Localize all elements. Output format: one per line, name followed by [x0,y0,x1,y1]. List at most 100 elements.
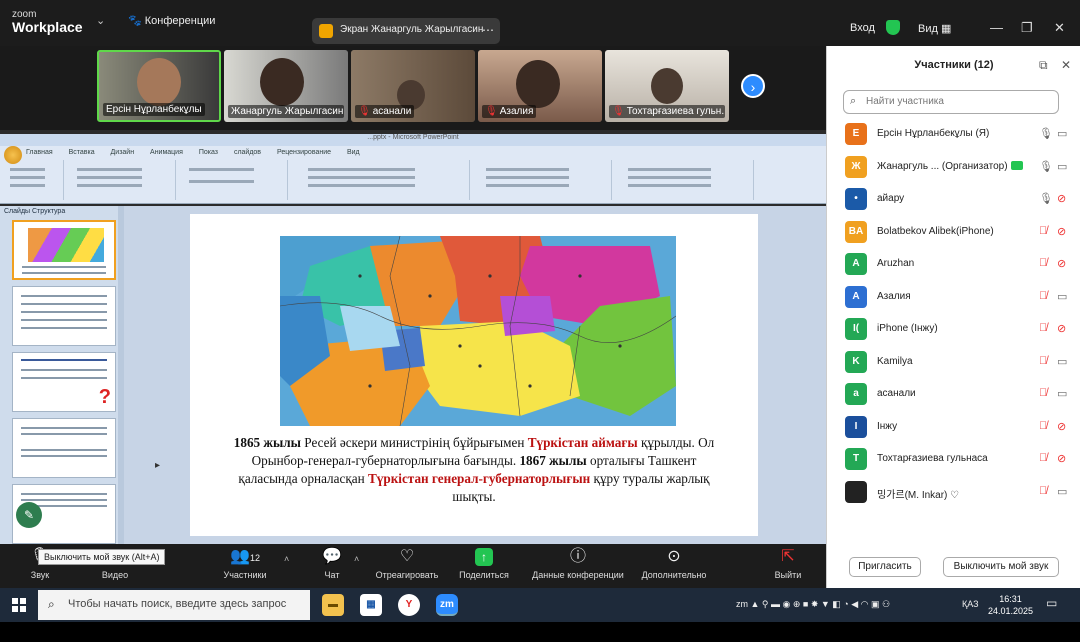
restore-icon[interactable]: ❐ [1021,20,1033,36]
video-name-label: Жанаргуль Жарылгасин [228,105,344,118]
participant-row[interactable]: • айару 🎙 ⊘ [845,188,1071,210]
slide-thumbnail[interactable] [12,286,116,346]
participant-face [651,68,683,104]
camera-off-icon[interactable]: ⊘ [1057,257,1066,270]
zoom-app-icon[interactable]: zm [436,594,458,616]
zoom-window: zoom Workplace ⌄ 🐾 Конференции Экран Жан… [0,0,1080,642]
participant-name: Інжу [877,420,898,432]
meeting-info-button[interactable]: ⓘ Данные конференции [528,548,628,580]
microphone-muted-icon[interactable]: 🎙̸ [1039,420,1047,432]
participant-row[interactable]: BA Bolatbekov Alibek(iPhone) 🎙̸ ⊘ [845,220,1071,243]
participant-row[interactable]: 밍가르(M. Inkar) ♡ 🎙̸ ▭ [845,480,1071,503]
tab-shared-screen[interactable]: Экран Жанаргуль Жарылгасин ⋯ [312,18,500,44]
zoom-logo[interactable]: zoom Workplace [12,8,83,34]
video-tile[interactable]: 🎙 асанали [351,50,475,122]
mute-me-button[interactable]: Выключить мой звук [943,557,1059,577]
ppt-slide-panel: Слайды Структура ? [0,206,124,544]
microphone-muted-icon[interactable]: 🎙̸ [1039,452,1047,464]
microphone-muted-icon[interactable]: 🎙̸ [1039,290,1047,302]
microphone-muted-icon[interactable]: 🎙̸ [1039,257,1047,269]
calendar-app-icon[interactable]: ▦ [360,594,382,616]
participant-row[interactable]: K Kamilya 🎙̸ ▭ [845,350,1071,373]
chevron-up-icon[interactable]: ˄ [284,554,289,564]
more-icon[interactable]: ⋯ [482,23,494,37]
invite-button[interactable]: Пригласить [849,557,921,577]
video-tile[interactable]: Жанаргуль Жарылгасин [224,50,348,122]
camera-off-icon[interactable]: ⊘ [1057,322,1066,335]
leave-button[interactable]: ⇱ Выйти [768,548,808,580]
language-indicator[interactable]: ҚАЗ [962,599,979,609]
video-tile[interactable]: 🎙 Тохтарғазиева гульн... [605,50,729,122]
avatar: Ж [845,155,867,178]
top-bar: zoom Workplace ⌄ 🐾 Конференции Экран Жан… [0,0,1080,46]
microphone-icon[interactable]: 🎙 [1039,192,1053,205]
microphone-muted-icon[interactable]: 🎙̸ [1039,485,1047,497]
taskbar-search-input[interactable]: ⌕ Чтобы начать поиск, введите здесь запр… [38,590,310,620]
windows-start-icon[interactable] [12,598,26,612]
camera-icon[interactable]: ▭ [1057,160,1067,173]
more-button[interactable]: ⊙ Дополнительно [636,548,712,580]
avatar: E [845,123,867,145]
microphone-muted-icon[interactable]: 🎙̸ [1039,322,1047,334]
participant-row[interactable]: A Азалия 🎙̸ ▭ [845,285,1071,308]
file-explorer-icon[interactable]: ▬ [322,594,344,616]
camera-icon[interactable]: ▭ [1057,127,1067,140]
camera-icon[interactable]: ▭ [1057,290,1067,303]
participant-row[interactable]: Ж Жанаргуль ... (Организатор) 🎙 ▭ [845,155,1071,178]
camera-icon[interactable]: ▭ [1057,387,1067,400]
notification-icon[interactable]: ▭ [1046,596,1057,610]
participant-row[interactable]: T Тохтарғазиева гульнаса 🎙̸ ⊘ [845,448,1071,470]
microphone-muted-icon[interactable]: 🎙̸ [1039,387,1047,399]
microphone-icon[interactable]: 🎙 [1039,127,1053,140]
participant-row[interactable]: I(iPhone (Інжу) 🎙̸ ⊘ [845,318,1071,340]
slide-thumbnail[interactable] [12,418,116,478]
react-button[interactable]: ♡ Отреагировать [372,548,442,580]
yandex-browser-icon[interactable]: Y [398,594,420,616]
camera-off-icon[interactable]: ⊘ [1057,192,1066,205]
microphone-muted-icon[interactable]: 🎙̸ [1039,225,1047,237]
avatar: I [845,415,867,438]
chevron-down-icon[interactable]: ⌄ [96,14,105,27]
annotate-pen-button[interactable]: ✎ [16,502,42,528]
next-videos-button[interactable]: › [741,74,765,98]
microphone-icon[interactable]: 🎙 [1039,160,1053,173]
join-button[interactable]: Вход [850,22,875,34]
participant-row[interactable]: a асанали 🎙̸ ▭ [845,383,1071,405]
video-tile[interactable]: Ерсін Нұрланбекұлы [97,50,221,122]
chat-button[interactable]: 💬 Чат [316,548,348,580]
participant-row[interactable]: I Інжу 🎙̸ ⊘ [845,415,1071,438]
ppt-slide-canvas: 1865 жылы Ресей әскери министрінің бұйры… [124,206,826,544]
system-tray-icons[interactable]: zm ▲ ⚲ ▬ ◉ ⊕ ■ ✸ ▼ ◧ ◔ ◀ ◠ ▣ ⚇ [736,599,890,610]
clock[interactable]: 16:31 24.01.2025 [988,593,1033,617]
participant-row[interactable]: A Aruzhan 🎙̸ ⊘ [845,253,1071,275]
participants-button[interactable]: 👥12 Участники [214,548,276,580]
popout-icon[interactable]: ⧉ [1039,58,1048,73]
shield-icon[interactable] [886,20,900,35]
close-icon[interactable]: ✕ [1054,20,1065,36]
minimize-icon[interactable]: — [990,20,1003,35]
tab-conferences[interactable]: 🐾 Конференции [128,14,215,27]
camera-off-icon[interactable]: ⊘ [1057,452,1066,465]
camera-icon[interactable]: ▭ [1057,355,1067,368]
share-button[interactable]: ↑ Поделиться [454,548,514,580]
participant-row[interactable]: E Ерсін Нұрланбекұлы (Я) 🎙 ▭ [845,123,1071,145]
camera-icon[interactable]: ▭ [1057,485,1067,498]
slide-thumbnail[interactable] [12,220,116,280]
host-badge-icon [1010,160,1023,170]
search-placeholder: Найти участника [866,96,944,107]
camera-off-icon[interactable]: ⊘ [1057,225,1066,238]
video-label: Видео [101,570,129,580]
windows-taskbar: ⌕ Чтобы начать поиск, введите здесь запр… [0,588,1080,622]
shared-screen: ...pptx - Microsoft PowerPoint Главная В… [0,130,826,544]
participant-search-input[interactable]: ⌕ Найти участника [843,90,1059,114]
chevron-up-icon[interactable]: ˄ [354,554,359,564]
camera-off-icon[interactable]: ⊘ [1057,420,1066,433]
slide-thumbnail[interactable]: ? [12,352,116,412]
participant-name: Ерсін Нұрланбекұлы (Я) [877,128,990,139]
current-slide: 1865 жылы Ресей әскери министрінің бұйры… [190,214,758,536]
video-tile[interactable]: 🎙 Азалия [478,50,602,122]
close-panel-icon[interactable]: ✕ [1061,58,1071,72]
view-button[interactable]: Вид ▦ [918,22,951,35]
microphone-muted-icon[interactable]: 🎙̸ [1039,355,1047,367]
participant-face [137,58,181,106]
